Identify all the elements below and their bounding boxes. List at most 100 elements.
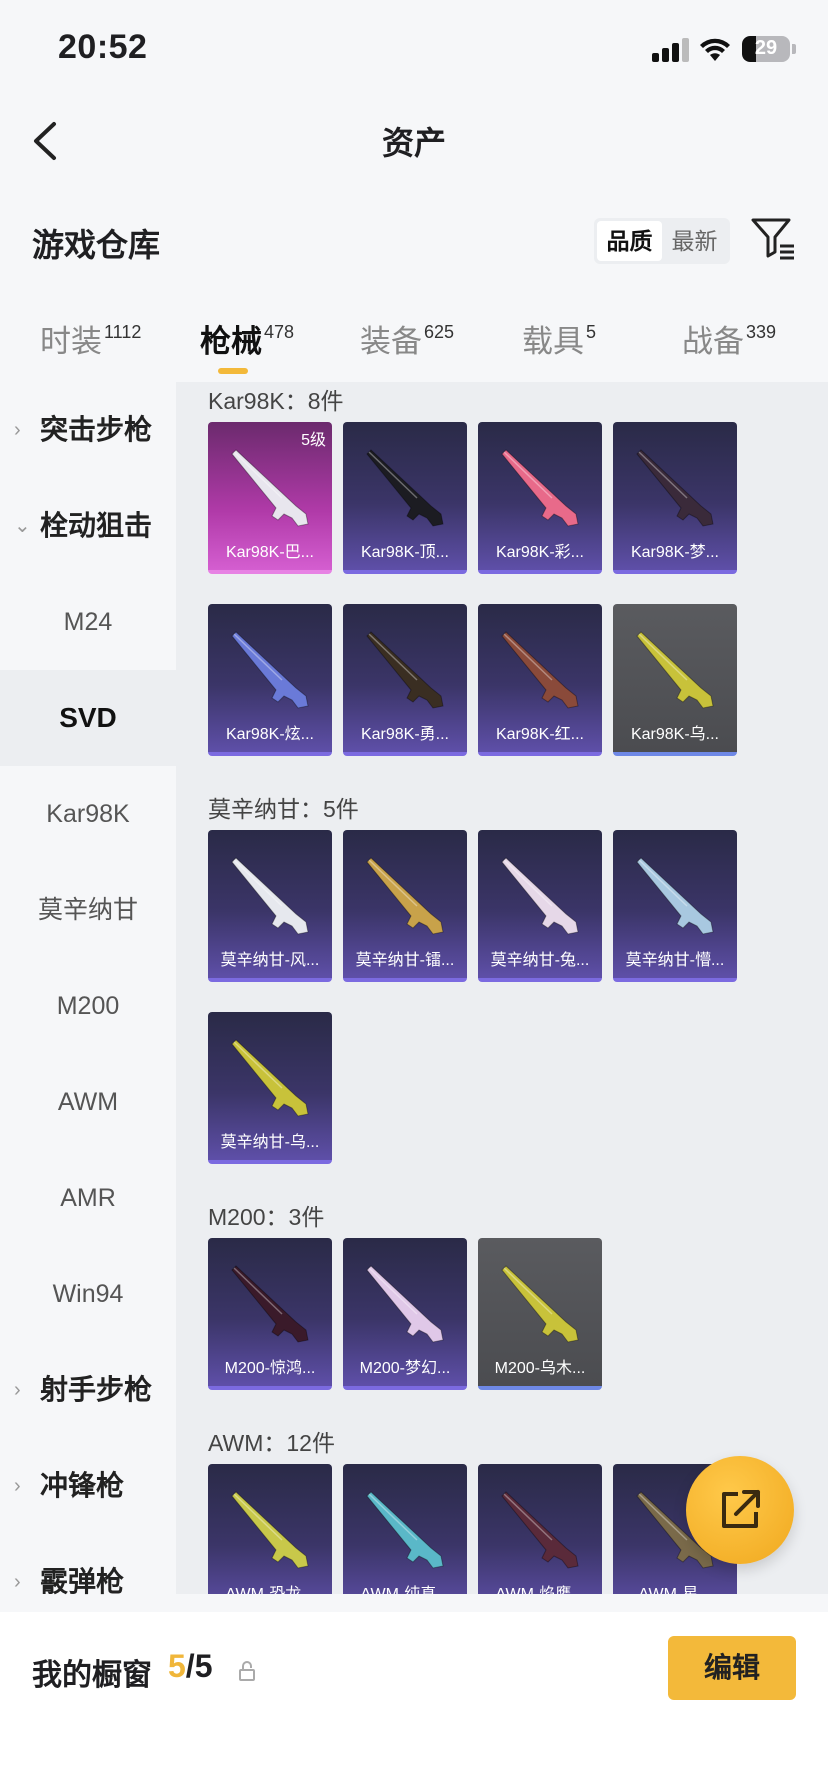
sort-toggle[interactable]: 品质 最新 (594, 218, 730, 264)
sidebar-item-2[interactable]: M24 (0, 574, 176, 670)
skin-name: Kar98K-炫... (225, 726, 315, 743)
edit-showcase-button[interactable]: 编辑 (668, 1636, 796, 1700)
sidebar-item-7[interactable]: AWM (0, 1054, 176, 1150)
sidebar-item-1[interactable]: ⌄ 栓动狙击 (0, 478, 176, 574)
tab-firearms[interactable]: 枪械 478 (200, 316, 294, 361)
skin-card[interactable]: Kar98K-勇... (343, 604, 467, 756)
skin-name: Kar98K-顶... (360, 544, 450, 561)
weapon-grid: Kar98K：8件 5级 Kar98K-巴... Kar98K-顶... Kar98K-… (176, 382, 828, 1594)
sidebar-item-label: AWM (57, 1088, 119, 1116)
skin-name: Kar98K-红... (495, 726, 585, 743)
skin-name: AWM-恐龙... (208, 1580, 332, 1594)
tab-fashion[interactable]: 时装 1112 (40, 316, 141, 361)
skin-name: Kar98K-乌... (630, 726, 720, 743)
level-badge: 5级 (301, 432, 326, 449)
share-icon (722, 1490, 760, 1528)
sidebar-item-label: 突击步枪 (40, 414, 153, 445)
skin-card[interactable]: M200-梦幻... (343, 1238, 467, 1390)
skin-card[interactable]: Kar98K-彩... (478, 422, 602, 574)
sidebar-item-9[interactable]: Win94 (0, 1246, 176, 1342)
skin-name: 莫辛纳甘-乌... (220, 1134, 320, 1151)
skin-card[interactable]: Kar98K-红... (478, 604, 602, 756)
rifle-icon (231, 631, 309, 709)
skin-card[interactable]: 莫辛纳甘-兔... (478, 830, 602, 982)
skin-card[interactable]: AWM-纯真... (343, 1464, 467, 1594)
lock-icon (239, 1661, 255, 1681)
rifle-icon (231, 449, 309, 527)
sidebar-item-label: 霰弹枪 (40, 1566, 125, 1597)
sidebar-item-10[interactable]: › 射手步枪 (0, 1342, 176, 1438)
sidebar-item-4[interactable]: Kar98K (0, 766, 176, 862)
skin-card[interactable]: 莫辛纳甘-乌... (208, 1012, 332, 1164)
screen: 20:52 29 资产 游戏仓库 品质 最新 时装 1112 枪械 478 装备 62… (0, 0, 828, 1792)
sidebar-item-label: 栓动狙击 (40, 510, 153, 541)
sort-newest-option[interactable]: 最新 (662, 221, 727, 261)
skin-name: 莫辛纳甘-风... (220, 952, 320, 969)
group-label: 莫辛纳甘：5件 (208, 796, 359, 822)
sidebar-item-11[interactable]: › 冲锋枪 (0, 1438, 176, 1534)
skin-card[interactable]: 5级 Kar98K-巴... (208, 422, 332, 574)
sort-quality-option[interactable]: 品质 (597, 221, 662, 261)
sidebar-item-label: Kar98K (46, 800, 130, 828)
chevron-right-icon: › (14, 1379, 21, 1401)
sidebar-item-0[interactable]: › 突击步枪 (0, 382, 176, 478)
skin-name: Kar98K-彩... (495, 544, 585, 561)
skin-name: Kar98K-梦... (630, 544, 720, 561)
skin-card[interactable]: AWM-恐龙... (208, 1464, 332, 1594)
wifi-icon (700, 38, 730, 61)
warehouse-title: 游戏仓库 (32, 227, 161, 263)
skin-card[interactable]: 莫辛纳甘-风... (208, 830, 332, 982)
skin-name: 莫辛纳甘-镭... (355, 952, 455, 969)
category-tabs: 时装 1112 枪械 478 装备 625 载具 5 战备 339 (0, 310, 828, 380)
skin-name: AWM-纯真... (343, 1580, 467, 1594)
rifle-icon (501, 857, 579, 935)
skin-card[interactable]: 莫辛纳甘-镭... (343, 830, 467, 982)
chevron-right-icon: › (14, 419, 21, 441)
sidebar-item-label: M24 (63, 608, 113, 636)
sidebar-item-label: 冲锋枪 (40, 1470, 125, 1501)
skin-card[interactable]: 莫辛纳甘-懵... (613, 830, 737, 982)
sidebar-item-label: 射手步枪 (40, 1374, 153, 1405)
rifle-icon (636, 857, 714, 935)
rifle-icon (501, 449, 579, 527)
skin-name: M200-惊鸿... (224, 1360, 316, 1377)
skin-name: 莫辛纳甘-兔... (490, 952, 590, 969)
sidebar-item-8[interactable]: AMR (0, 1150, 176, 1246)
skin-card[interactable]: Kar98K-乌... (613, 604, 737, 756)
sidebar-item-label: AMR (60, 1184, 116, 1212)
skin-card[interactable]: Kar98K-顶... (343, 422, 467, 574)
rifle-icon (366, 449, 444, 527)
skin-card[interactable]: M200-乌木... (478, 1238, 602, 1390)
rifle-icon (231, 857, 309, 935)
filter-icon[interactable] (750, 216, 796, 262)
skin-card[interactable]: Kar98K-炫... (208, 604, 332, 756)
share-fab[interactable] (686, 1456, 794, 1564)
rifle-icon (231, 1491, 309, 1569)
skin-name: M200-梦幻... (359, 1360, 451, 1377)
sidebar-item-5[interactable]: 莫辛纳甘 (0, 862, 176, 958)
sidebar-item-label: SVD (59, 702, 117, 733)
skin-name: Kar98K-勇... (360, 726, 450, 743)
skin-card[interactable]: M200-惊鸿... (208, 1238, 332, 1390)
rifle-icon (501, 1265, 579, 1343)
sidebar-item-label: 莫辛纳甘 (37, 896, 138, 924)
skin-card[interactable]: AWM-焰鹰... (478, 1464, 602, 1594)
group-label: M200：3件 (208, 1204, 325, 1230)
skin-card[interactable]: Kar98K-梦... (613, 422, 737, 574)
showcase-bar: 我的橱窗 5/5 编辑 (0, 1612, 828, 1792)
tab-equipment[interactable]: 装备 625 (360, 316, 454, 361)
rifle-icon (366, 857, 444, 935)
rifle-icon (636, 449, 714, 527)
chevron-down-icon: ⌄ (14, 515, 31, 537)
rifle-icon (231, 1039, 309, 1117)
rifle-icon (366, 631, 444, 709)
group-label: Kar98K：8件 (208, 388, 344, 414)
sidebar-item-label: M200 (56, 992, 120, 1020)
sidebar-item-3[interactable]: SVD (0, 670, 176, 766)
tab-supplies[interactable]: 战备 339 (682, 316, 776, 361)
rifle-icon (501, 1491, 579, 1569)
skin-name: AWM-星... (613, 1580, 737, 1594)
page-title: 资产 (381, 125, 446, 161)
sidebar-item-6[interactable]: M200 (0, 958, 176, 1054)
tab-vehicles[interactable]: 载具 5 (522, 316, 596, 361)
